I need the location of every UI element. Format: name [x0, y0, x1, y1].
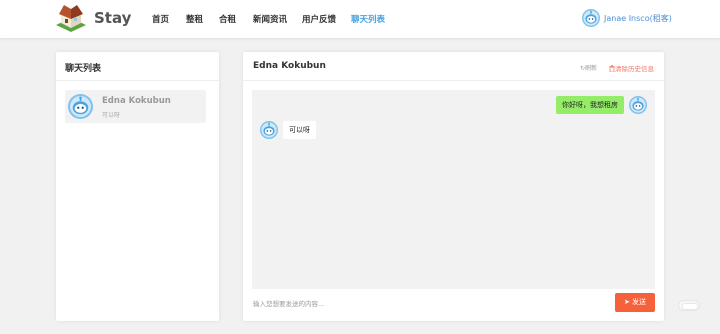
message-incoming: 可以呀	[283, 121, 316, 139]
floating-toggle[interactable]	[678, 300, 700, 311]
chat-list-item[interactable]: Edna Kokubun 可以呀	[65, 90, 206, 123]
message-input[interactable]	[253, 295, 598, 313]
refresh-button[interactable]: ↻刷新	[580, 63, 597, 72]
logo-text[interactable]: Stay	[94, 9, 131, 27]
contact-avatar-icon	[68, 94, 93, 119]
top-header: Stay 首页 整租 合租 新闻资讯 用户反馈 聊天列表 Janae Insco…	[0, 0, 720, 38]
conversation-title: Edna Kokubun	[253, 61, 326, 71]
contact-avatar-icon	[260, 121, 278, 139]
self-avatar-icon	[629, 96, 647, 114]
message-area[interactable]: 你好呀，我想租房 可以呀	[252, 90, 655, 289]
nav-shared-rent[interactable]: 合租	[219, 13, 236, 25]
user-name-link[interactable]: Janae Insco(租客)	[604, 13, 672, 24]
nav-whole-rent[interactable]: 整租	[186, 13, 203, 25]
clear-history-button[interactable]: 清除历史信息	[609, 63, 654, 73]
conversation-panel: Edna Kokubun ↻刷新 清除历史信息 你好呀，我想租房 可以呀 ➤ 发…	[243, 52, 664, 321]
house-icon[interactable]	[54, 3, 88, 33]
nav-news[interactable]: 新闻资讯	[253, 13, 287, 25]
chat-list-panel: 聊天列表 Edna Kokubun 可以呀	[56, 52, 219, 321]
clear-history-label: 清除历史信息	[615, 65, 654, 73]
send-label: 发送	[632, 298, 647, 306]
message-outgoing: 你好呀，我想租房	[556, 96, 624, 114]
divider	[243, 80, 664, 81]
refresh-label: 刷新	[585, 65, 598, 72]
send-button[interactable]: ➤ 发送	[615, 293, 655, 312]
divider	[56, 80, 219, 81]
nav-feedback[interactable]: 用户反馈	[302, 13, 336, 25]
chat-list-title: 聊天列表	[65, 64, 102, 74]
contact-last-message: 可以呀	[102, 112, 121, 119]
paper-plane-icon: ➤	[623, 298, 630, 306]
nav-home[interactable]: 首页	[152, 13, 169, 25]
user-avatar-icon[interactable]	[582, 9, 600, 27]
contact-name: Edna Kokubun	[102, 96, 171, 106]
nav-chat-list[interactable]: 聊天列表	[351, 13, 385, 25]
